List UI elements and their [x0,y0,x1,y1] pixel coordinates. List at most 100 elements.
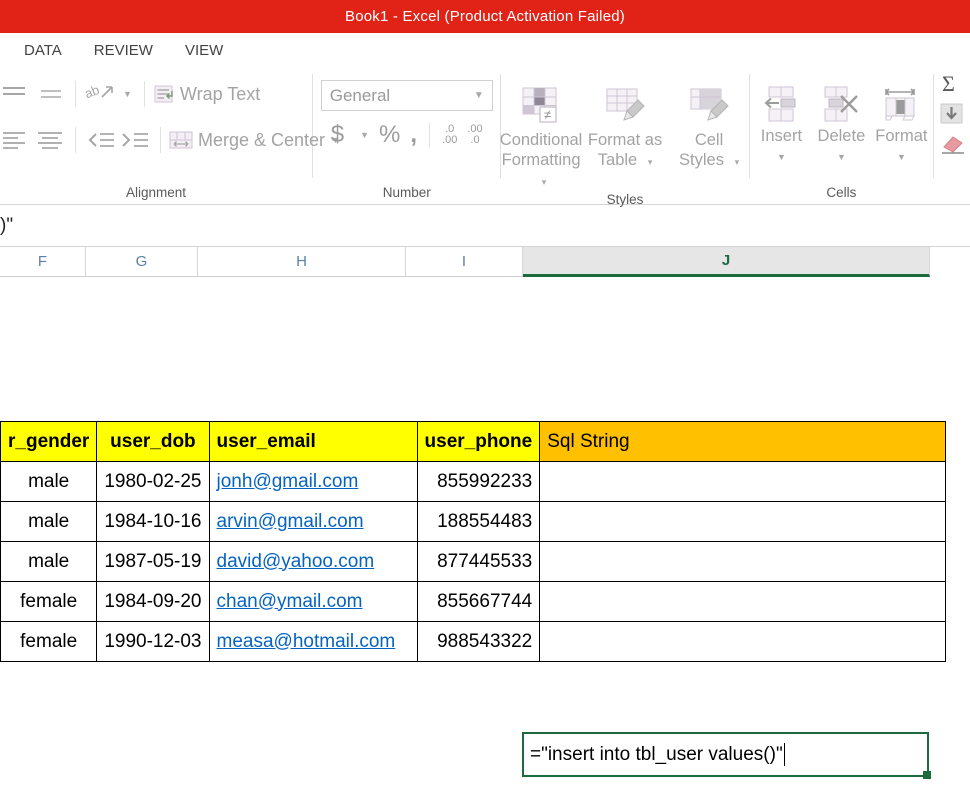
divider [143,81,145,107]
cell-user-gender[interactable]: male [0,541,98,582]
column-header-g[interactable]: G [86,247,198,277]
cell-user-email[interactable]: david@yahoo.com [208,541,418,582]
number-format-value: General [329,85,391,105]
conditional-formatting-line1: Conditional [499,131,583,149]
header-cell-sql-string[interactable]: Sql String [539,421,947,462]
cell-user-email[interactable]: chan@ymail.com [208,581,418,622]
currency-format-button[interactable]: $ [331,123,344,147]
orientation-dropdown-caret[interactable]: ▼ [123,89,132,99]
number-format-select[interactable]: General ▼ [320,80,493,111]
cell-user-dob[interactable]: 1984-10-16 [96,501,210,542]
email-hyperlink[interactable]: david@yahoo.com [217,551,375,572]
column-header-f[interactable]: F [0,247,86,277]
cell-user-phone[interactable]: 988543322 [416,621,541,662]
cell-user-email[interactable]: measa@hotmail.com [208,621,418,662]
worksheet-grid[interactable]: r_gender user_dob user_email user_phone … [0,277,970,806]
tab-data[interactable]: DATA [8,39,78,63]
autosum-sigma-icon[interactable]: Σ [940,72,964,96]
currency-dropdown-caret[interactable]: ▼ [360,130,369,140]
merge-center-label[interactable]: Merge & Center [198,130,325,151]
chevron-down-icon[interactable]: ▼ [474,90,484,101]
fill-handle[interactable] [923,771,931,779]
align-left-icon[interactable] [0,123,32,157]
format-as-table-line1: Format as [587,131,663,149]
text-orientation-icon[interactable]: ab [83,77,117,111]
cell-user-dob[interactable]: 1987-05-19 [96,541,210,582]
header-cell-user-dob[interactable]: user_dob [96,421,210,462]
fill-down-icon[interactable] [940,102,964,126]
align-middle-icon[interactable] [0,77,32,111]
cell-user-phone[interactable]: 188554483 [416,501,541,542]
number-group-label: Number [382,184,431,200]
wrap-text-icon[interactable] [152,77,176,111]
column-header-j[interactable]: J [523,247,930,277]
cell-user-phone[interactable]: 877445533 [416,541,541,582]
align-center-icon[interactable] [32,123,68,157]
table-row: male 1984-10-16 arvin@gmail.com 18855448… [0,501,947,542]
svg-text:Σ: Σ [942,72,955,96]
conditional-formatting-icon: ≠ [520,82,562,130]
increase-indent-icon[interactable] [117,123,151,157]
cell-user-dob[interactable]: 1980-02-25 [96,461,210,502]
column-header-h[interactable]: H [198,247,406,277]
formula-bar-value: )" [0,214,14,236]
ribbon-tab-bar: DATA REVIEW VIEW [0,33,970,68]
tab-view[interactable]: VIEW [169,39,239,63]
cell-user-email[interactable]: arvin@gmail.com [208,501,418,542]
increase-decimal-button[interactable]: .00 .0 [467,124,482,146]
chevron-down-icon[interactable]: ▼ [777,147,786,167]
conditional-formatting-line2: Formatting ▾ [501,151,581,187]
conditional-formatting-button[interactable]: ≠ Conditional Formatting ▾ [499,82,583,192]
decrease-indent-icon[interactable] [83,123,117,157]
ribbon-group-styles: ≠ Conditional Formatting ▾ Format as Tab… [499,68,748,207]
delete-cells-button[interactable]: Delete ▼ [812,82,870,167]
format-cells-icon [881,82,921,126]
formula-bar[interactable]: )" [0,205,970,247]
email-hyperlink[interactable]: jonh@gmail.com [217,471,359,492]
cell-user-gender[interactable]: female [0,621,98,662]
chevron-down-icon[interactable]: ▼ [837,147,846,167]
cell-user-dob[interactable]: 1990-12-03 [96,621,210,662]
column-header-i[interactable]: I [406,247,523,277]
email-hyperlink[interactable]: chan@ymail.com [217,591,363,612]
email-hyperlink[interactable]: arvin@gmail.com [217,511,364,532]
chevron-down-icon[interactable]: ▼ [897,147,906,167]
table-header-row: r_gender user_dob user_email user_phone … [0,421,947,462]
cell-sql-string[interactable] [539,501,947,542]
header-cell-user-email[interactable]: user_email [208,421,418,462]
cell-user-gender[interactable]: male [0,501,98,542]
cell-user-gender[interactable]: male [0,461,98,502]
chevron-down-icon[interactable]: ▾ [735,157,740,167]
insert-cells-icon [761,82,801,126]
cell-user-dob[interactable]: 1984-09-20 [96,581,210,622]
cell-user-gender[interactable]: female [0,581,98,622]
cell-sql-string[interactable] [539,541,947,582]
svg-text:ab: ab [85,82,101,101]
active-cell-editor[interactable]: ="insert into tbl_user values()" [522,732,929,777]
insert-cells-button[interactable]: Insert ▼ [752,82,810,167]
clear-eraser-icon[interactable] [940,132,966,156]
cell-sql-string[interactable] [539,621,947,662]
format-as-table-button[interactable]: Format as Table ▾ [586,82,664,192]
format-cells-button[interactable]: Format ▼ [872,82,930,167]
merge-center-icon[interactable] [168,123,194,157]
chevron-down-icon[interactable]: ▾ [648,157,653,167]
cell-user-phone[interactable]: 855667744 [416,581,541,622]
comma-format-button[interactable]: , [410,123,417,147]
cell-user-phone[interactable]: 855992233 [416,461,541,502]
table-row: male 1987-05-19 david@yahoo.com 87744553… [0,541,947,582]
cell-sql-string[interactable] [539,581,947,622]
cell-sql-string[interactable] [539,461,947,502]
decrease-decimal-button[interactable]: .0 .00 [442,124,457,146]
email-hyperlink[interactable]: measa@hotmail.com [217,631,396,652]
percent-format-button[interactable]: % [379,123,400,147]
cell-user-email[interactable]: jonh@gmail.com [208,461,418,502]
cell-styles-button[interactable]: Cell Styles ▾ [670,82,748,192]
chevron-down-icon[interactable]: ▾ [542,177,547,187]
wrap-text-label[interactable]: Wrap Text [180,84,260,105]
ribbon-group-cells: Insert ▼ Delete ▼ Format ▼ Cells [750,68,933,204]
header-cell-user-phone[interactable]: user_phone [416,421,541,462]
align-bottom-icon[interactable] [32,77,68,111]
tab-review[interactable]: REVIEW [78,39,169,63]
header-cell-user-gender[interactable]: r_gender [0,421,98,462]
